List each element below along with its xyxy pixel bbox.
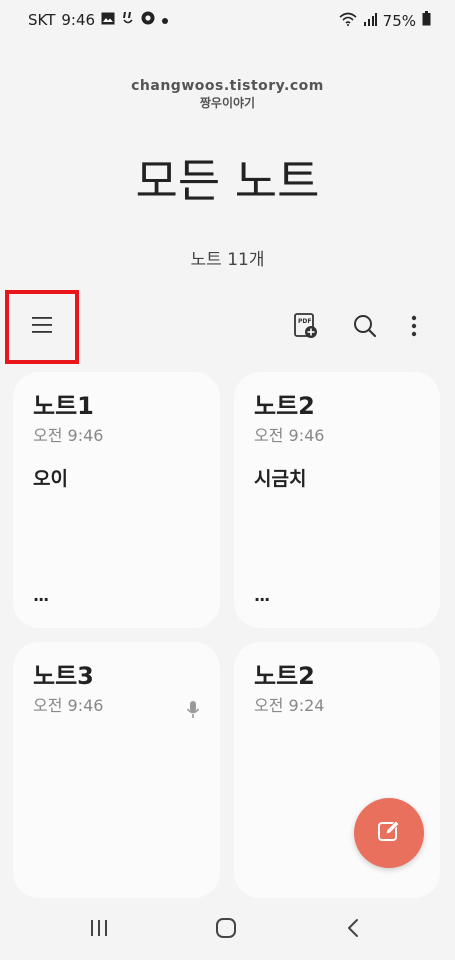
gallery-icon: [101, 11, 115, 29]
menu-button[interactable]: [5, 290, 79, 364]
search-icon: [352, 313, 378, 343]
chrome-icon: [141, 11, 155, 29]
dot-icon: [161, 11, 169, 29]
note-count: 노트 11개: [190, 250, 265, 270]
note-title: 노트2: [254, 662, 315, 690]
note-time: 오전 9:24: [254, 696, 325, 715]
hangouts-icon: [121, 11, 135, 29]
more-vert-icon: [411, 315, 417, 341]
note-title: 노트2: [254, 392, 315, 420]
note-title: 노트3: [33, 662, 94, 690]
pdf-import-icon: PDF: [293, 312, 319, 344]
note-time: 오전 9:46: [33, 426, 104, 445]
microphone-icon: [186, 700, 200, 724]
battery-percent: 75%: [382, 11, 416, 30]
home-button[interactable]: [214, 918, 238, 942]
pdf-icon-label: PDF: [298, 318, 311, 325]
back-icon: [346, 918, 360, 942]
watermark-name: 짱우이야기: [199, 96, 256, 110]
search-button[interactable]: [349, 312, 381, 344]
clock: 9:46: [61, 11, 96, 29]
carrier-label: SKT: [28, 11, 56, 29]
more-options-button[interactable]: [398, 312, 430, 344]
note-ellipsis: ...: [33, 586, 49, 605]
back-button[interactable]: [341, 918, 365, 942]
note-preview: 오이: [33, 468, 68, 490]
page-title: 모든 노트: [135, 154, 320, 208]
note-time: 오전 9:46: [254, 426, 325, 445]
note-card[interactable]: 노트3 오전 9:46: [13, 642, 220, 898]
navigation-bar: [0, 898, 455, 960]
home-icon: [215, 917, 237, 943]
status-bar: SKT 9:46 75%: [0, 0, 455, 40]
recent-apps-button[interactable]: [87, 918, 111, 942]
note-preview: 시금치: [254, 468, 307, 490]
wifi-icon: [339, 12, 357, 30]
hamburger-icon: [31, 316, 53, 338]
note-card[interactable]: 노트1 오전 9:46 오이 ...: [13, 372, 220, 628]
note-card[interactable]: 노트2 오전 9:46 시금치 ...: [234, 372, 440, 628]
signal-icon: [363, 12, 377, 30]
recent-apps-icon: [89, 919, 109, 941]
battery-icon: [422, 11, 431, 30]
note-title: 노트1: [33, 392, 94, 420]
new-note-button[interactable]: [354, 798, 424, 868]
watermark-url: changwoos.tistory.com: [131, 78, 324, 94]
note-time: 오전 9:46: [33, 696, 104, 715]
compose-icon: [376, 818, 402, 848]
note-ellipsis: ...: [254, 586, 270, 605]
pdf-import-button[interactable]: PDF: [290, 312, 322, 344]
